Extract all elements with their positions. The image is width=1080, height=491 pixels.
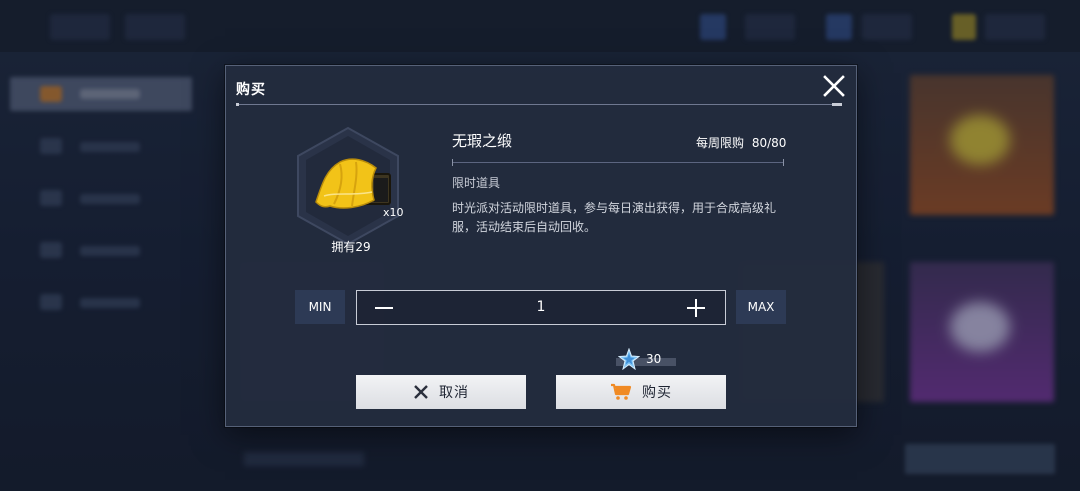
item-name: 无瑕之缎	[452, 132, 513, 150]
increase-button[interactable]	[687, 299, 705, 317]
weekly-limit: 每周限购 80/80	[696, 134, 786, 151]
shopping-cart-icon	[610, 383, 632, 401]
info-divider	[452, 159, 784, 166]
cancel-button-label: 取消	[439, 385, 469, 401]
close-icon	[823, 75, 845, 97]
close-button[interactable]	[822, 74, 846, 98]
price-value: 30	[646, 352, 662, 366]
item-owned-count: 拥有29	[331, 240, 371, 254]
item-bundle-count: x10	[383, 206, 404, 219]
purchase-dialog: 购买 x10 拥有29 无瑕之缎 每周限购 80/80 限时道具 时光派对活动限…	[225, 65, 857, 427]
item-type: 限时道具	[452, 176, 501, 190]
min-button[interactable]: MIN	[295, 290, 345, 324]
buy-button-label: 购买	[642, 385, 672, 401]
dialog-title: 购买	[236, 82, 266, 98]
weekly-limit-label: 每周限购	[696, 136, 745, 150]
buy-button[interactable]: 购买	[556, 375, 726, 409]
item-description: 时光派对活动限时道具，参与每日演出获得，用于合成高级礼服，活动结束后自动回收。	[452, 201, 777, 234]
max-button[interactable]: MAX	[736, 290, 786, 324]
quantity-value: 1	[536, 299, 546, 315]
item-icon-frame	[294, 126, 402, 246]
close-icon	[413, 384, 429, 400]
quantity-stepper: 1	[356, 290, 726, 325]
title-divider	[236, 103, 842, 106]
weekly-limit-value: 80/80	[751, 136, 787, 150]
crystal-star-icon	[618, 348, 640, 370]
cancel-button[interactable]: 取消	[356, 375, 526, 409]
